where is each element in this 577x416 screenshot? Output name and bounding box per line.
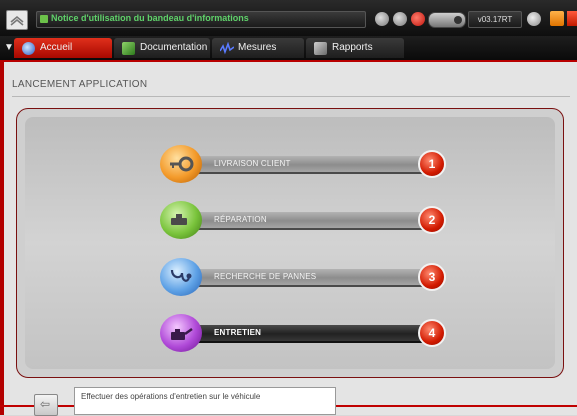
version-label: v03.17RT — [468, 11, 522, 28]
minimize-button[interactable] — [550, 11, 564, 26]
menu-item-entretien[interactable]: ENTRETIEN 4 — [160, 314, 446, 356]
number-badge: 4 — [418, 319, 446, 347]
status-message-box: Effectuer des opérations d'entretien sur… — [74, 387, 336, 415]
menu-item-livraison-client[interactable]: LIVRAISON CLIENT 1 — [160, 145, 446, 187]
number-badge: 2 — [418, 206, 446, 234]
info-icon[interactable] — [393, 12, 407, 26]
menu-item-reparation[interactable]: RÉPARATION 2 — [160, 201, 446, 243]
document-icon — [122, 42, 135, 55]
mode-toggle[interactable] — [428, 12, 466, 28]
menu-label: ENTRETIEN — [214, 328, 262, 337]
tab-bar: ▼ Accueil Documentation Mesures Rapports — [0, 36, 577, 62]
divider — [12, 96, 570, 97]
alert-icon[interactable] — [411, 12, 425, 26]
main-content: LANCEMENT APPLICATION LIVRAISON CLIENT 1… — [0, 62, 577, 416]
settings-icon[interactable] — [527, 12, 541, 26]
tab-rapports[interactable]: Rapports — [306, 38, 404, 58]
tab-label: Accueil — [40, 42, 73, 53]
status-text: Effectuer des opérations d'entretien sur… — [81, 392, 261, 401]
close-button[interactable] — [567, 11, 577, 26]
tab-mesures[interactable]: Mesures — [212, 38, 304, 58]
report-icon — [314, 42, 327, 55]
arrow-left-icon: ⇦ — [40, 397, 51, 411]
stethoscope-icon — [160, 258, 202, 296]
tab-label: Mesures — [238, 42, 277, 53]
menu-item-recherche-de-pannes[interactable]: RECHERCHE DE PANNES 3 — [160, 258, 446, 300]
key-icon — [160, 145, 202, 183]
brand-logo-icon — [6, 10, 28, 30]
wrench-icon — [160, 201, 202, 239]
tab-documentation[interactable]: Documentation — [114, 38, 210, 58]
window-title: Notice d'utilisation du bandeau d'inform… — [51, 13, 249, 23]
window-title-field: Notice d'utilisation du bandeau d'inform… — [36, 11, 366, 28]
number-badge: 1 — [418, 150, 446, 178]
number-badge: 3 — [418, 263, 446, 291]
home-icon — [22, 42, 35, 55]
oil-can-icon — [160, 314, 202, 352]
waveform-icon — [219, 41, 235, 55]
launch-panel-inner: LIVRAISON CLIENT 1 RÉPARATION 2 RECHERCH… — [25, 117, 555, 369]
connection-icon[interactable] — [375, 12, 389, 26]
status-flag-icon — [40, 15, 48, 23]
chevron-down-icon[interactable]: ▼ — [4, 42, 14, 53]
back-button[interactable]: ⇦ — [34, 394, 58, 416]
tab-label: Documentation — [140, 42, 208, 53]
accent-rail — [0, 62, 4, 415]
page-title: LANCEMENT APPLICATION — [12, 79, 148, 90]
tab-accueil[interactable]: Accueil — [14, 38, 112, 58]
menu-label: RÉPARATION — [214, 215, 267, 224]
tab-label: Rapports — [332, 42, 373, 53]
title-bar: Notice d'utilisation du bandeau d'inform… — [0, 0, 577, 36]
menu-label: RECHERCHE DE PANNES — [214, 272, 317, 281]
menu-label: LIVRAISON CLIENT — [214, 159, 291, 168]
launch-panel: LIVRAISON CLIENT 1 RÉPARATION 2 RECHERCH… — [16, 108, 564, 378]
